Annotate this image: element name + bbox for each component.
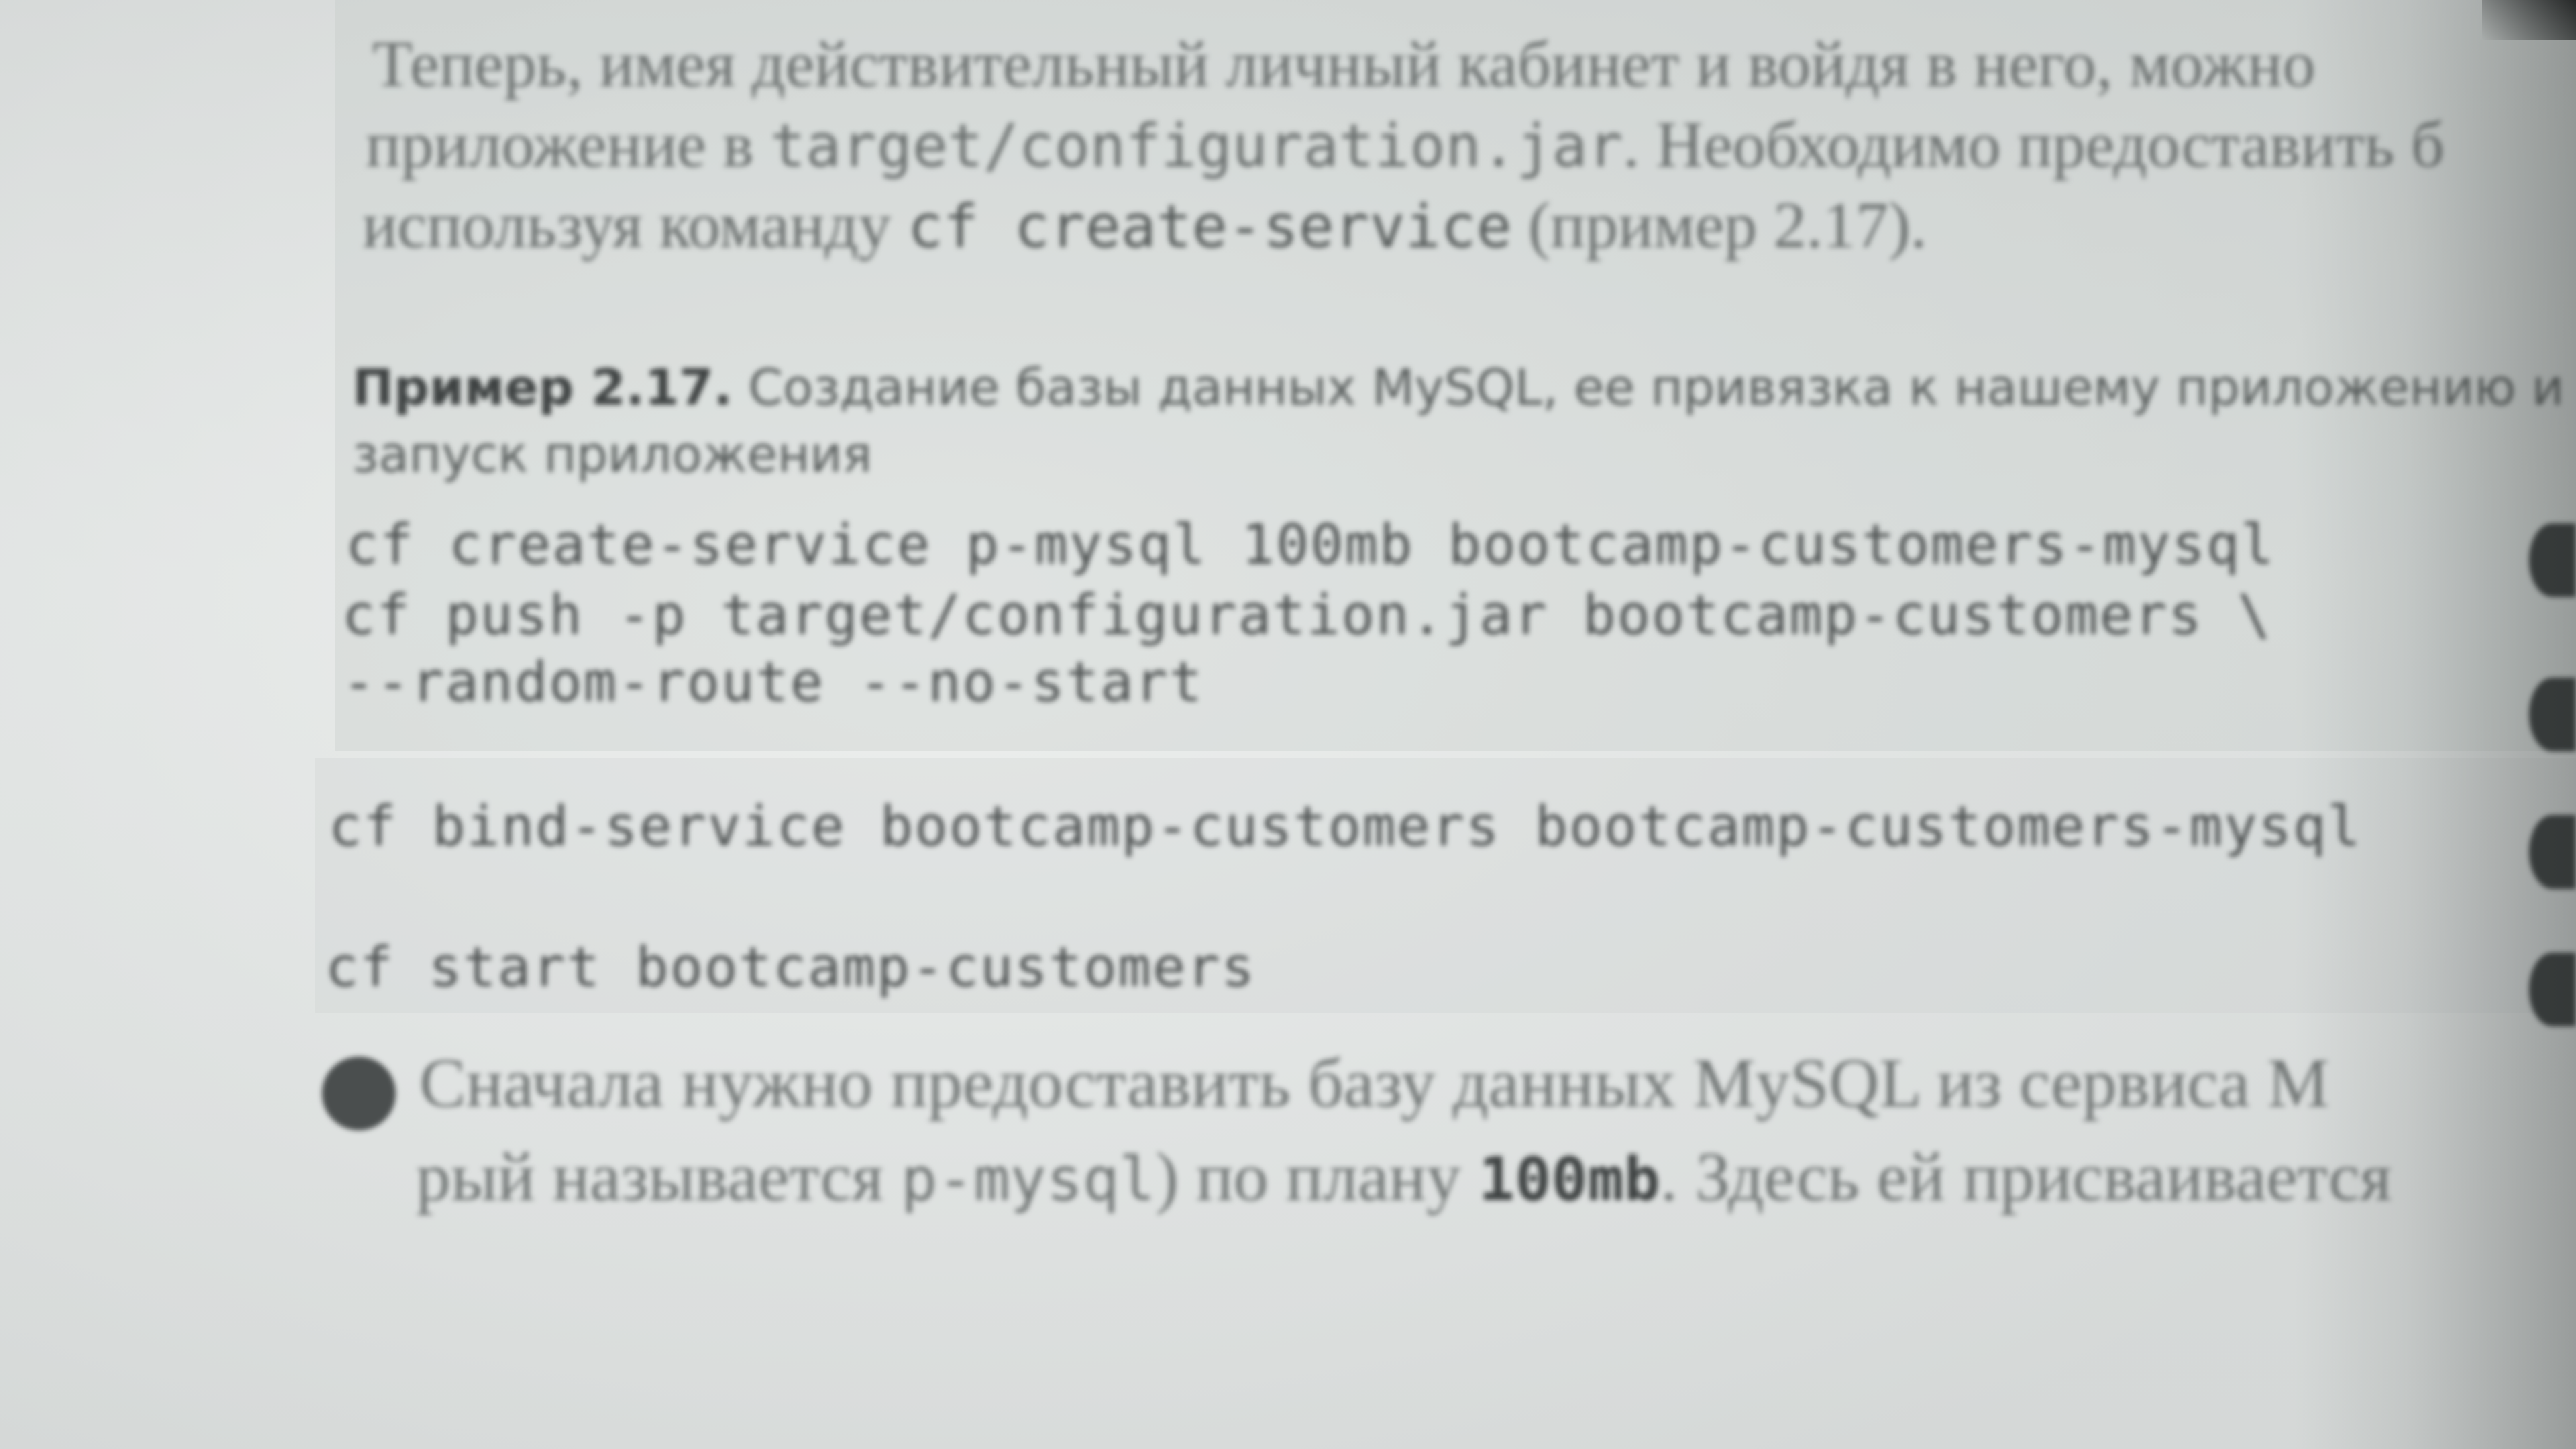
callout-1-line-2-plan: 100mb <box>1479 1144 1660 1215</box>
paragraph-line-3-prefix: используя команду <box>362 189 908 262</box>
page-content: Теперь, имея действительный личный кабин… <box>0 0 2576 1449</box>
paragraph-line-2: приложение в target/configuration.jar. Н… <box>366 107 2445 182</box>
example-caption-text-2: запуск приложения <box>352 426 872 484</box>
callout-1-line-1: Сначала нужно предоставить базу данных M… <box>419 1043 2329 1123</box>
paragraph-line-2-prefix: приложение в <box>366 109 770 181</box>
paragraph-line-1: Теперь, имея действительный личный кабин… <box>372 27 2316 102</box>
callout-1-line-2-prefix: рый называется <box>416 1138 902 1216</box>
corner-shadow <box>2482 0 2576 40</box>
callout-1-line-2-code: p-mysql <box>901 1144 1156 1215</box>
example-caption-line-2: запуск приложения <box>352 426 872 484</box>
paragraph-line-1-text: Теперь, имея действительный личный кабин… <box>372 28 2316 101</box>
paragraph-line-2-code: target/configuration.jar <box>769 111 1623 180</box>
paragraph-line-3-code: cf create-service <box>907 192 1512 261</box>
paragraph-line-3: используя команду cf create-service (при… <box>362 188 1927 263</box>
page-edge-shadow <box>2294 0 2576 1449</box>
callout-1-line-2: рый называется p-mysql) по плану 100mb. … <box>416 1137 2392 1217</box>
callout-1-line-1-text: Сначала нужно предоставить базу данных M… <box>419 1044 2330 1122</box>
code-line-3: --random-route --no-start <box>342 651 1204 714</box>
example-caption-text-1: Создание базы данных MySQL, ее привязка … <box>732 359 2565 417</box>
book-page: Теперь, имея действительный личный кабин… <box>0 0 2576 1449</box>
callout-1-marker <box>322 1057 396 1130</box>
code-line-2: cf push -p target/configuration.jar boot… <box>342 584 2272 647</box>
paragraph-line-3-suffix: (пример 2.17). <box>1511 189 1927 262</box>
example-caption-label: Пример 2.17. <box>352 359 733 417</box>
code-line-4: cf bind-service bootcamp-customers bootc… <box>329 795 2362 859</box>
code-line-1: cf create-service p-mysql 100mb bootcamp… <box>345 513 2275 577</box>
callout-1-line-2-suffix: . Здесь ей присваивается <box>1660 1138 2392 1216</box>
example-caption-line-1: Пример 2.17. Создание базы данных MySQL,… <box>352 359 2564 417</box>
callout-1-line-2-mid: ) по плану <box>1155 1138 1479 1216</box>
code-line-5: cf start bootcamp-customers <box>325 936 1256 1000</box>
